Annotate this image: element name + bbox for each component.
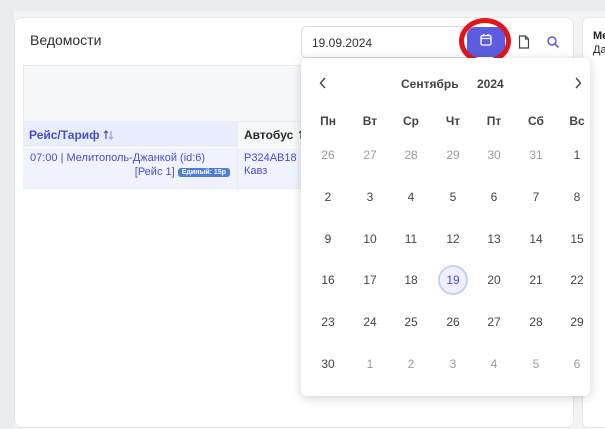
day-cell[interactable]: 6 [562, 349, 592, 379]
right-panel-subtitle: Да [593, 44, 605, 56]
date-input[interactable]: 19.09.2024 [301, 26, 471, 58]
day-cell[interactable]: 5 [438, 182, 468, 212]
day-cell[interactable]: 12 [438, 224, 468, 254]
day-cell[interactable]: 14 [521, 224, 551, 254]
bus-model: Кавз [244, 165, 268, 177]
weekday-label: Вт [362, 114, 378, 128]
route-cell[interactable]: 07:00 | Мелитополь-Джанкой (id:6) [Рейс … [23, 148, 238, 188]
day-cell[interactable]: 18 [396, 265, 426, 295]
day-cell[interactable]: 31 [521, 140, 551, 170]
day-cell[interactable]: 8 [562, 182, 592, 212]
day-cell[interactable]: 29 [438, 140, 468, 170]
month-label[interactable]: Сентябрь [401, 77, 459, 91]
weekday-label: Ср [403, 114, 419, 128]
bus-number: Р324АВ18 [244, 152, 297, 164]
day-cell[interactable]: 10 [355, 224, 385, 254]
day-cell[interactable]: 4 [479, 349, 509, 379]
weekday-label: Пт [486, 114, 502, 128]
statements-table: Рейс/Тариф Автобус 07:00 | Мелитополь-Дж… [23, 65, 313, 429]
table-header-top [23, 65, 313, 122]
weekday-label: Чт [445, 114, 461, 128]
day-cell[interactable]: 15 [562, 224, 592, 254]
chevron-left-icon[interactable] [319, 76, 327, 92]
day-cell[interactable]: 9 [313, 224, 343, 254]
route-text: 07:00 | Мелитополь-Джанкой (id:6) [30, 152, 206, 164]
day-cell[interactable]: 22 [562, 265, 592, 295]
day-cell[interactable]: 4 [396, 182, 426, 212]
day-cell[interactable]: 26 [313, 140, 343, 170]
day-cell[interactable]: 13 [479, 224, 509, 254]
trip-label: [Рейс 1] [134, 166, 175, 178]
column-header-label: Рейс/Тариф [29, 128, 100, 142]
day-cell[interactable]: 16 [313, 265, 343, 295]
day-cell[interactable]: 27 [479, 307, 509, 337]
day-cell[interactable]: 28 [521, 307, 551, 337]
day-cell[interactable]: 2 [313, 182, 343, 212]
left-strip [0, 11, 14, 428]
day-cell[interactable]: 17 [355, 265, 385, 295]
chevron-right-icon[interactable] [574, 76, 582, 92]
day-cell[interactable]: 24 [355, 307, 385, 337]
day-cell[interactable]: 27 [355, 140, 385, 170]
search-icon[interactable] [545, 34, 561, 50]
weekday-label: Сб [528, 114, 544, 128]
weekday-label: Пн [320, 114, 336, 128]
day-cell[interactable]: 3 [355, 182, 385, 212]
day-cell[interactable]: 20 [479, 265, 509, 295]
day-cell[interactable]: 30 [479, 140, 509, 170]
day-cell[interactable]: 21 [521, 265, 551, 295]
table-row[interactable]: 07:00 | Мелитополь-Джанкой (id:6) [Рейс … [23, 148, 313, 189]
top-strip [0, 0, 605, 11]
day-cell[interactable]: 7 [521, 182, 551, 212]
day-cell[interactable]: 2 [396, 349, 426, 379]
column-header-label: Автобус [244, 128, 294, 142]
column-header-route[interactable]: Рейс/Тариф [23, 122, 238, 147]
day-cell[interactable]: 5 [521, 349, 551, 379]
day-cell[interactable]: 25 [396, 307, 426, 337]
tariff-badge: Единый: 15р [177, 167, 230, 177]
day-cell[interactable]: 6 [479, 182, 509, 212]
day-cell-selected[interactable]: 19 [438, 265, 468, 295]
year-label[interactable]: 2024 [477, 77, 504, 91]
file-icon[interactable] [516, 34, 532, 50]
datepicker-popup: Сентябрь 2024 Пн Вт Ср Чт Пт Сб Вс 26 27 28 29 30 31… [301, 58, 590, 396]
day-cell[interactable]: 3 [438, 349, 468, 379]
right-panel-title: Ме [593, 30, 605, 42]
day-cell[interactable]: 1 [562, 140, 592, 170]
day-cell[interactable]: 29 [562, 307, 592, 337]
day-cell[interactable]: 28 [396, 140, 426, 170]
weekday-label: Вс [569, 114, 585, 128]
page-title: Ведомости [30, 32, 102, 48]
day-cell[interactable]: 23 [313, 307, 343, 337]
day-cell[interactable]: 11 [396, 224, 426, 254]
day-cell[interactable]: 30 [313, 349, 343, 379]
day-cell[interactable]: 26 [438, 307, 468, 337]
day-cell[interactable]: 1 [355, 349, 385, 379]
sort-icon[interactable] [103, 128, 115, 142]
